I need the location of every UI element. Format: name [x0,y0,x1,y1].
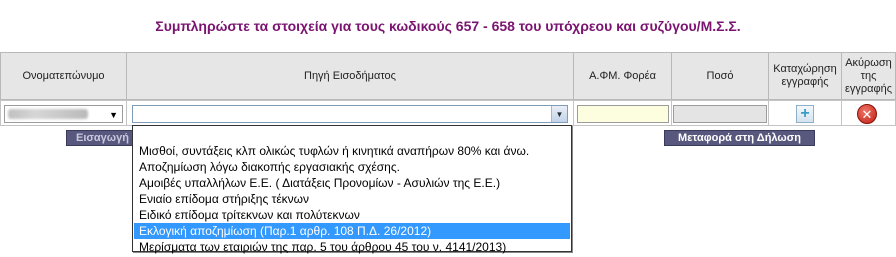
dropdown-arrow-icon[interactable]: ▼ [551,106,567,122]
dropdown-option[interactable]: Αποζημίωση λόγω διακοπής εργασιακής σχέσ… [134,159,570,175]
income-source-dropdown-list: Μισθοί, συντάξεις κλπ ολικώς τυφλών ή κι… [132,125,572,255]
caret-down-icon: ▼ [109,110,118,120]
afm-input[interactable] [577,105,669,123]
header-name: Ονοματεπώνυμο [0,52,127,100]
dropdown-option[interactable]: Αμοιβές υπαλλήλων Ε.Ε. ( Διατάξεις Προνο… [134,175,570,191]
cell-cancel: ✕ [841,100,896,126]
cell-amount [671,100,769,126]
amount-input[interactable] [673,105,767,123]
dropdown-option[interactable]: Μισθοί, συντάξεις κλπ ολικώς τυφλών ή κι… [134,143,570,159]
header-cancel: Ακύρωση της εγγραφής [841,52,896,100]
dropdown-option[interactable]: Μερίσματα των εταιριών της παρ. 5 του άρ… [134,239,570,255]
dropdown-option[interactable]: Ενιαίο επίδομα στήριξης τέκνων [134,191,570,207]
header-register: Καταχώρηση εγγραφής [768,52,842,100]
plus-icon[interactable]: + [796,105,814,123]
cell-afm [573,100,672,126]
entry-table: Ονοματεπώνυμο Πηγή Εισοδήματος Α.ΦΜ. Φορ… [0,52,896,126]
transfer-to-declaration-button[interactable]: Μεταφορά στη Δήλωση [664,130,815,146]
page-title: Συμπληρώστε τα στοιχεία για τους κωδικού… [155,18,741,34]
dropdown-option[interactable]: Ειδικό επίδομα τρίτεκνων και πολύτεκνων [134,207,570,223]
income-source-select[interactable]: ▼ [132,105,568,123]
name-select[interactable]: ▼ [4,105,123,123]
cell-income-source: ▼ [126,100,574,126]
dropdown-option-empty[interactable] [134,127,570,143]
header-income-source: Πηγή Εισοδήματος [126,52,574,100]
name-value-redacted [8,109,88,119]
header-afm: Α.ΦΜ. Φορέα [573,52,672,100]
cell-register: + [768,100,842,126]
cell-name: ▼ [0,100,127,126]
import-button[interactable]: Εισαγωγή [66,130,136,146]
dropdown-option-selected[interactable]: Εκλογική αποζημίωση (Παρ.1 αρθρ. 108 Π.Δ… [134,223,570,239]
header-amount: Ποσό [671,52,769,100]
close-icon[interactable]: ✕ [857,104,877,124]
